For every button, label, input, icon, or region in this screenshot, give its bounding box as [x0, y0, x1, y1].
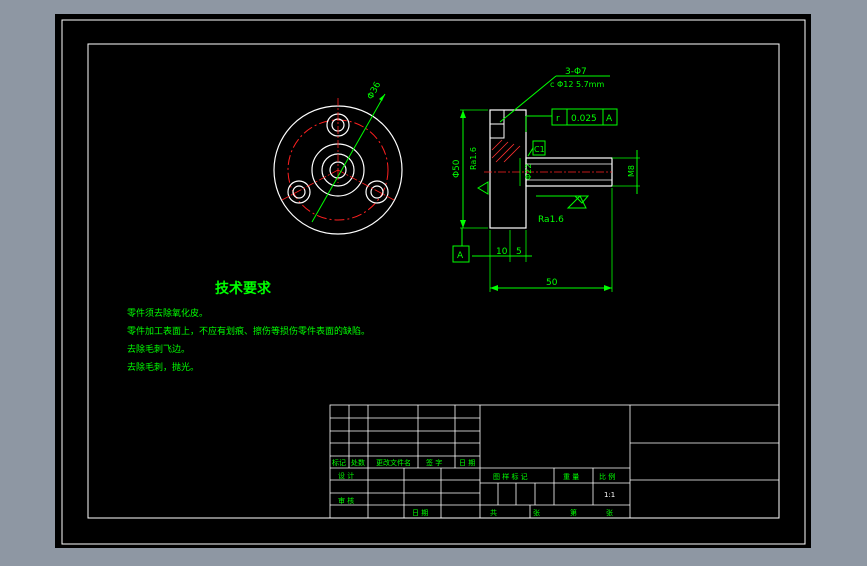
- tech-req-line-4: 去除毛刺，抛光。: [127, 361, 199, 373]
- tech-req-title: 技术要求: [215, 280, 272, 297]
- label-sheet-unit-2: 张: [606, 508, 613, 517]
- rev-header-mark: 标记: [332, 458, 346, 467]
- label-audit: 审 核: [338, 496, 354, 505]
- dim-text-flange-dia: Φ50: [452, 159, 462, 178]
- dim-text-50: 50: [546, 278, 558, 288]
- label-sheet: 第: [570, 508, 577, 517]
- label-scale: 比 例: [599, 472, 615, 481]
- cad-screenshot: Φ36 3-Φ7 c Φ12 5.7mm r 0.025 A C1 Φ50 Ra…: [0, 0, 867, 562]
- datum-label: A: [457, 251, 464, 261]
- hole-spec-counterbore: c Φ12 5.7mm: [550, 80, 604, 89]
- rev-header-date: 日 期: [459, 459, 475, 467]
- label-stage-mark: 图 样 标 记: [493, 472, 528, 481]
- dim-text-shaft-dia: Φ22: [524, 164, 533, 180]
- scale-value: 1:1: [604, 491, 615, 499]
- rev-header-count: 处数: [351, 458, 365, 467]
- label-date: 日 期: [412, 509, 428, 517]
- tol-datum: A: [606, 114, 613, 124]
- dim-text-10: 10: [496, 247, 508, 257]
- dim-text-thread: M8: [627, 165, 636, 177]
- label-weight: 重 量: [563, 473, 579, 481]
- tech-req-line-1: 零件须去除氧化皮。: [127, 307, 208, 319]
- label-design: 设 计: [338, 471, 354, 480]
- label-sheet-unit-1: 张: [533, 508, 540, 517]
- roughness-bottom: Ra1.6: [538, 215, 564, 225]
- tol-value: 0.025: [571, 114, 597, 124]
- dim-text-5: 5: [516, 247, 522, 257]
- drawing-canvas: Φ36 3-Φ7 c Φ12 5.7mm r 0.025 A C1 Φ50 Ra…: [0, 0, 867, 562]
- chamfer-text: C1: [534, 145, 545, 154]
- rev-header-sign: 签 字: [426, 458, 442, 467]
- tech-req-line-3: 去除毛刺飞边。: [127, 343, 190, 355]
- roughness-left: Ra1.6: [469, 147, 478, 170]
- label-total: 共: [490, 508, 497, 517]
- tol-symbol: r: [556, 114, 560, 124]
- tech-req-line-2: 零件加工表面上，不应有划痕、擦伤等损伤零件表面的缺陷。: [127, 325, 370, 337]
- rev-header-file: 更改文件名: [376, 458, 411, 467]
- hole-spec-count: 3-Φ7: [565, 67, 587, 77]
